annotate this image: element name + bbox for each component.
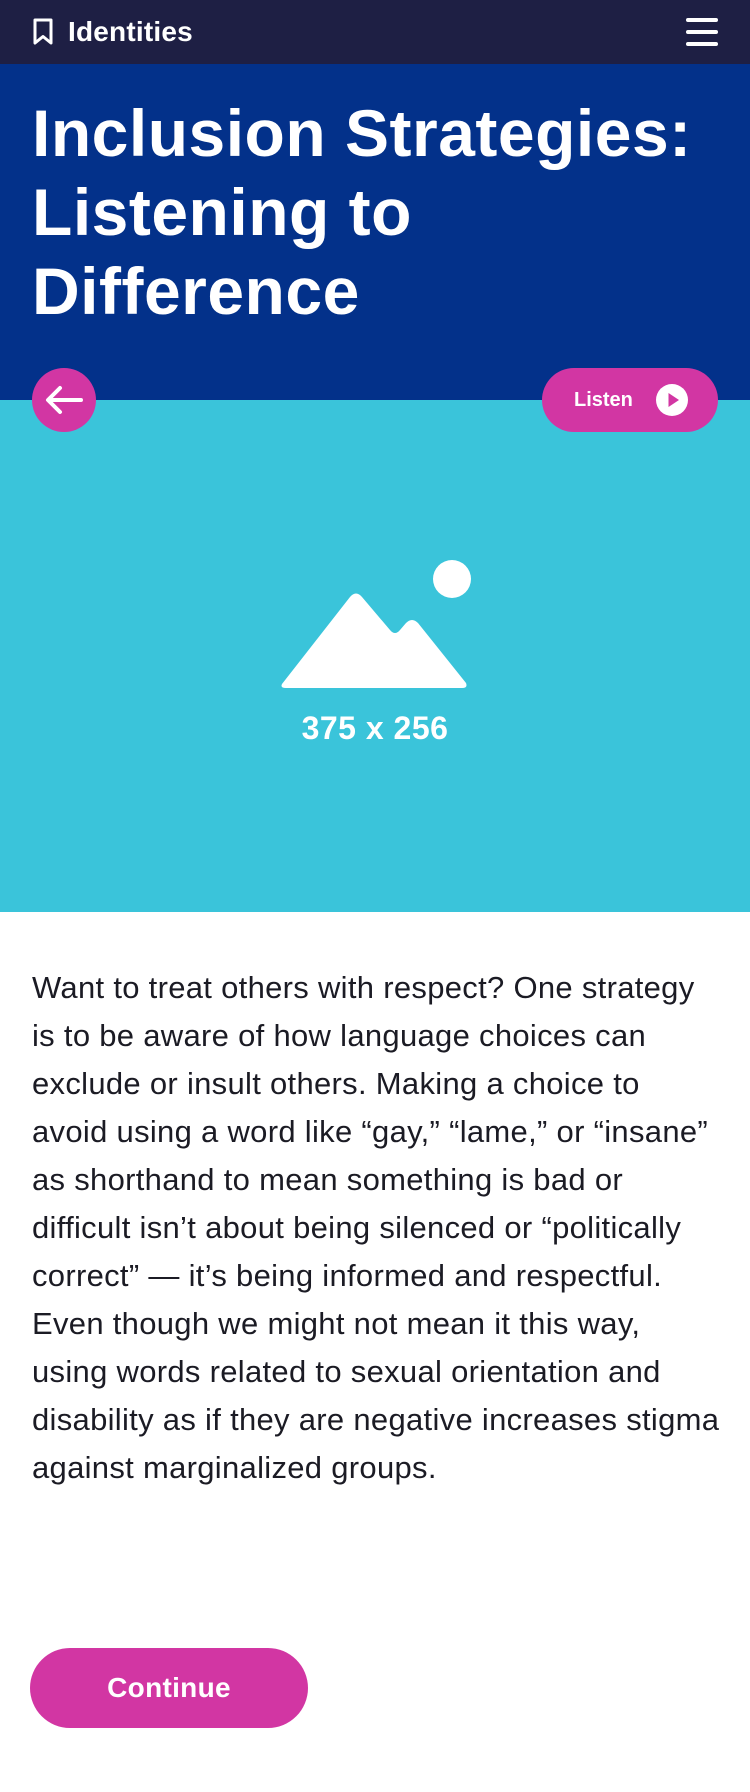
bookmark-icon xyxy=(33,18,53,45)
page-title: Inclusion Strategies: Listening to Diffe… xyxy=(32,96,692,328)
image-placeholder-icon xyxy=(281,560,471,688)
lesson-page: Identities Inclusion Strategies: Listeni… xyxy=(0,0,750,1792)
brand[interactable]: Identities xyxy=(32,16,193,48)
top-nav-bar: Identities xyxy=(0,0,750,64)
title-header: Inclusion Strategies: Listening to Diffe… xyxy=(0,64,750,400)
back-button[interactable] xyxy=(32,368,96,432)
placeholder-size-label: 375 x 256 xyxy=(301,710,449,746)
arrow-left-icon xyxy=(46,386,83,414)
hero-image-placeholder: 375 x 256 xyxy=(0,400,750,912)
brand-label: Identities xyxy=(68,16,193,47)
listen-label: Listen xyxy=(574,388,633,411)
lesson-paragraph: Want to treat others with respect? One s… xyxy=(32,970,720,1485)
hamburger-menu-icon[interactable] xyxy=(686,18,718,46)
continue-button[interactable]: Continue xyxy=(30,1648,308,1728)
play-icon xyxy=(656,384,688,416)
listen-button[interactable]: Listen xyxy=(542,368,718,432)
